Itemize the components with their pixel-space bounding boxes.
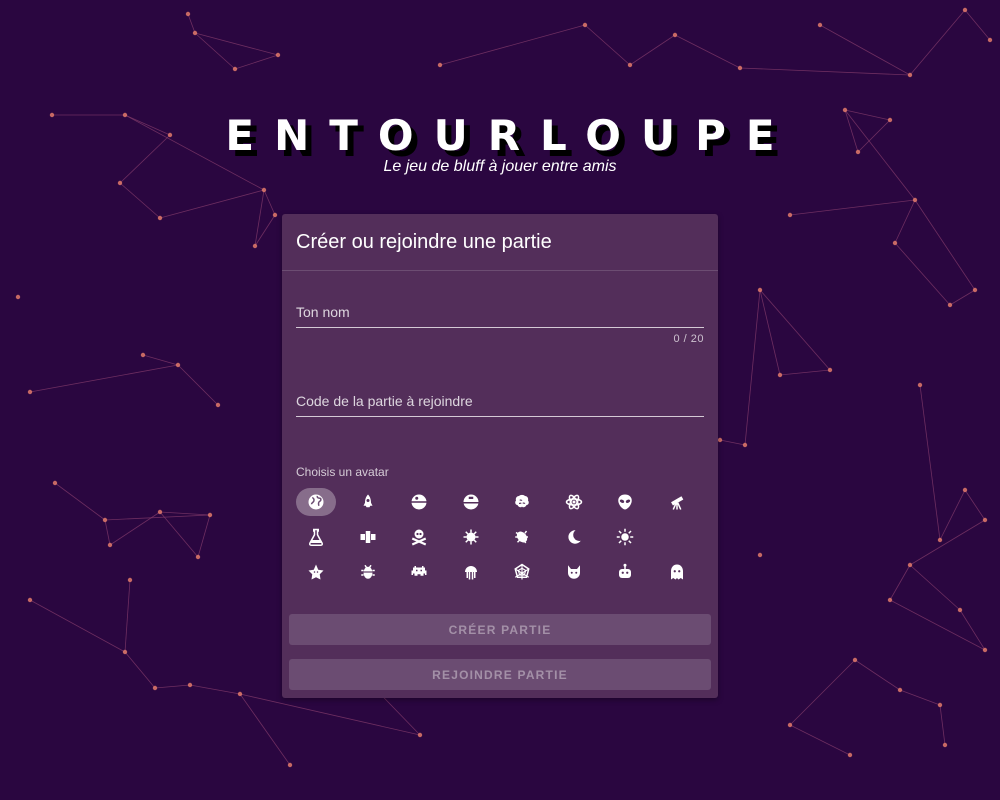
spider-web-icon: [514, 563, 530, 580]
avatar-option[interactable]: [605, 523, 645, 551]
app-title: ENTOURLOUPE: [225, 111, 795, 160]
avatar-option[interactable]: [554, 523, 594, 551]
card-title: Créer ou rejoindre une partie: [282, 214, 718, 271]
header: ENTOURLOUPE Le jeu de bluff à jouer entr…: [0, 110, 1000, 176]
brain-icon: [515, 494, 529, 508]
game-card: Créer ou rejoindre une partie Ton nom 0 …: [282, 214, 718, 698]
star-face-icon: [308, 564, 324, 580]
avatar-option[interactable]: [554, 488, 594, 516]
name-field-underline: [296, 327, 704, 328]
jellyfish-icon: [464, 566, 477, 580]
telescope-icon: [670, 496, 683, 510]
virus-icon: [463, 529, 478, 545]
crescent-moon-icon: [675, 529, 683, 545]
bug-icon: [360, 564, 375, 579]
game-code-field-underline: [296, 416, 704, 417]
cat-icon: [567, 565, 580, 579]
avatar-option[interactable]: [657, 488, 697, 516]
avatar-option[interactable]: [554, 558, 594, 586]
avatar-option[interactable]: [399, 558, 439, 586]
avatar-option[interactable]: [348, 558, 388, 586]
space-station-icon: [463, 494, 478, 510]
flask-icon: [308, 528, 324, 546]
avatar-option[interactable]: [399, 523, 439, 551]
satellite-icon: [360, 531, 375, 543]
globe-icon: [308, 494, 324, 510]
death-star-icon: [411, 494, 427, 510]
avatar-option[interactable]: [657, 558, 697, 586]
name-field[interactable]: Ton nom: [296, 304, 704, 328]
ghost-icon: [670, 564, 683, 580]
avatar-option[interactable]: [605, 488, 645, 516]
sun-icon: [616, 528, 634, 546]
game-code-field-label: Code de la partie à rejoindre: [296, 393, 473, 409]
avatar-option[interactable]: [657, 523, 697, 551]
alien-icon: [618, 494, 632, 510]
avatar-option[interactable]: [348, 523, 388, 551]
avatar-option[interactable]: [296, 488, 336, 516]
skull-crossbones-icon: [411, 529, 427, 546]
moon-stars-icon: [567, 530, 581, 544]
join-game-button[interactable]: REJOINDRE PARTIE: [289, 659, 711, 690]
avatar-option[interactable]: [605, 558, 645, 586]
space-invader-icon: [411, 566, 427, 576]
rocket-icon: [363, 494, 372, 508]
avatar-option[interactable]: [296, 523, 336, 551]
avatar-option[interactable]: [451, 558, 491, 586]
avatar-option[interactable]: [399, 488, 439, 516]
bacteria-icon: [515, 530, 528, 544]
game-code-field[interactable]: Code de la partie à rejoindre: [296, 393, 704, 417]
avatar-option[interactable]: [502, 488, 542, 516]
avatar-option[interactable]: [296, 558, 336, 586]
avatar-label: Choisis un avatar: [296, 465, 389, 479]
avatar-option[interactable]: [348, 488, 388, 516]
create-game-button[interactable]: CRÉER PARTIE: [289, 614, 711, 645]
app-subtitle: Le jeu de bluff à jouer entre amis: [383, 158, 617, 175]
avatar-option[interactable]: [451, 523, 491, 551]
avatar-option[interactable]: [451, 488, 491, 516]
avatar-option[interactable]: [502, 558, 542, 586]
avatar-option[interactable]: [502, 523, 542, 551]
name-char-counter: 0 / 20: [673, 333, 704, 345]
name-field-label: Ton nom: [296, 304, 350, 320]
robot-icon: [619, 563, 631, 578]
atom-icon: [565, 494, 582, 510]
